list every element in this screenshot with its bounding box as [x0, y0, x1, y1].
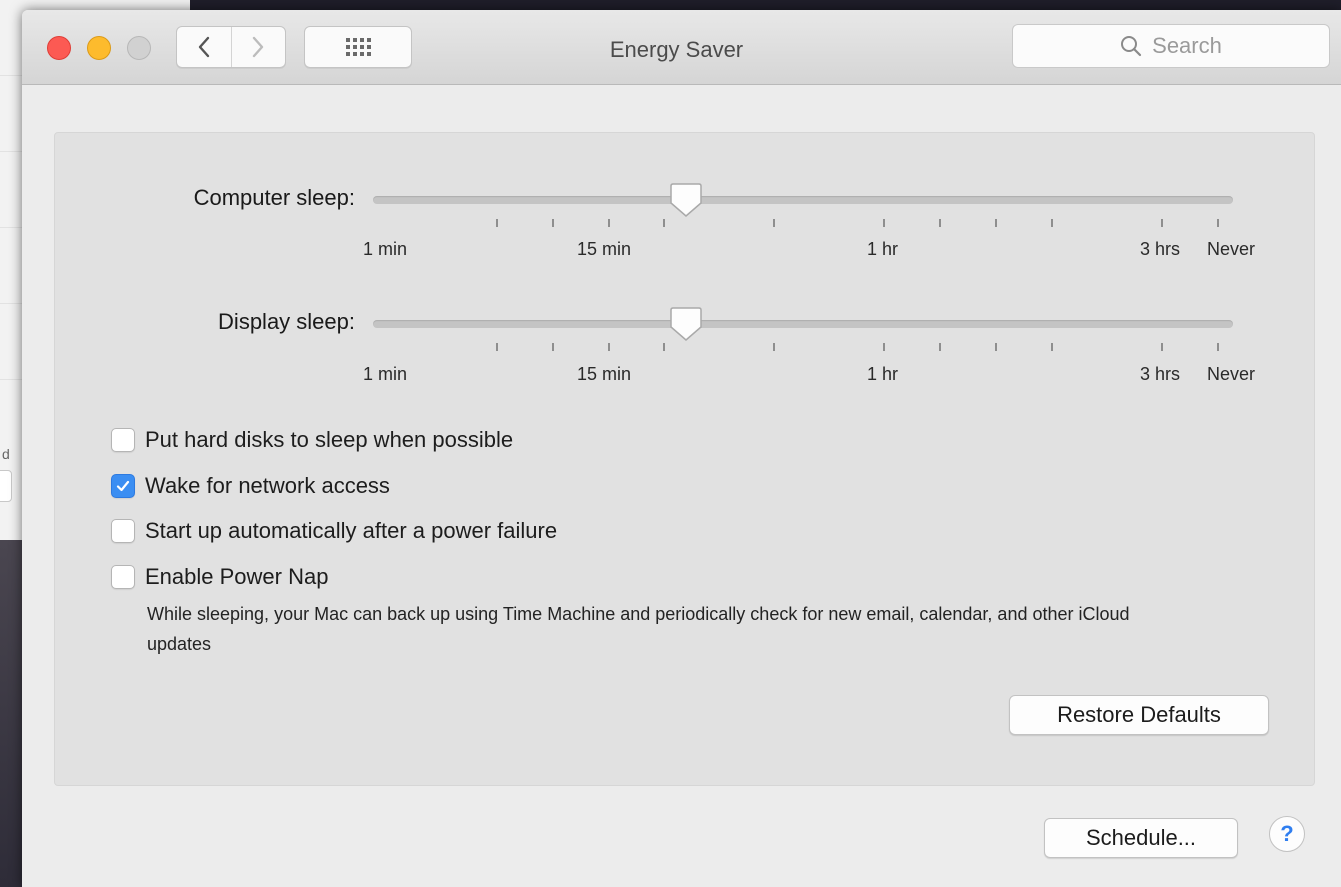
tick-label: 1 hr [867, 239, 899, 259]
option-label: Put hard disks to sleep when possible [145, 427, 514, 452]
checkbox-checked[interactable] [111, 474, 135, 498]
option-label: Wake for network access [145, 473, 390, 498]
computer-sleep-label: Computer sleep: [193, 185, 355, 210]
computer-sleep-slider[interactable] [373, 196, 1233, 204]
restore-defaults-button[interactable]: Restore Defaults [1009, 695, 1269, 735]
search-icon [1121, 36, 1142, 57]
tick-label: 1 hr [867, 364, 899, 384]
desktop-background-side [0, 540, 24, 887]
energy-saver-window: Energy Saver Search Computer sleep: 1 mi… [22, 10, 1341, 887]
option-auto-startup[interactable]: Start up automatically after a power fai… [111, 518, 557, 544]
background-field [0, 470, 12, 502]
power-nap-description: While sleeping, your Mac can back up usi… [147, 604, 1130, 654]
tick-label: Never [1207, 239, 1256, 259]
settings-group: Computer sleep: 1 min 15 min 1 hr 3 hrs … [54, 132, 1315, 786]
help-button[interactable]: ? [1269, 816, 1305, 852]
display-sleep-slider-thumb[interactable] [669, 305, 703, 343]
computer-sleep-slider-thumb[interactable] [669, 181, 703, 219]
checkbox[interactable] [111, 519, 135, 543]
display-sleep-label: Display sleep: [218, 309, 355, 334]
tick-label: 3 hrs [1140, 364, 1181, 384]
schedule-button[interactable]: Schedule... [1044, 818, 1238, 858]
tick-label: 15 min [577, 239, 632, 259]
checkbox[interactable] [111, 428, 135, 452]
search-placeholder: Search [1152, 33, 1222, 58]
checkbox[interactable] [111, 565, 135, 589]
option-label: Start up automatically after a power fai… [145, 518, 558, 543]
display-sleep-slider[interactable] [373, 320, 1233, 328]
tick-label: 3 hrs [1140, 239, 1181, 259]
checkmark-icon [116, 480, 130, 492]
title-bar: Energy Saver Search [22, 10, 1341, 85]
tick-label: 1 min [363, 239, 408, 259]
search-field[interactable]: Search [1012, 24, 1330, 68]
tick-label: Never [1207, 364, 1256, 384]
option-power-nap[interactable]: Enable Power Nap [111, 564, 328, 590]
background-text-fragment: d [2, 446, 10, 462]
tick-label: 15 min [577, 364, 632, 384]
option-wake-network[interactable]: Wake for network access [111, 473, 390, 499]
option-hard-disks-sleep[interactable]: Put hard disks to sleep when possible [111, 427, 513, 453]
tick-label: 1 min [363, 364, 408, 384]
option-label: Enable Power Nap [145, 564, 329, 589]
